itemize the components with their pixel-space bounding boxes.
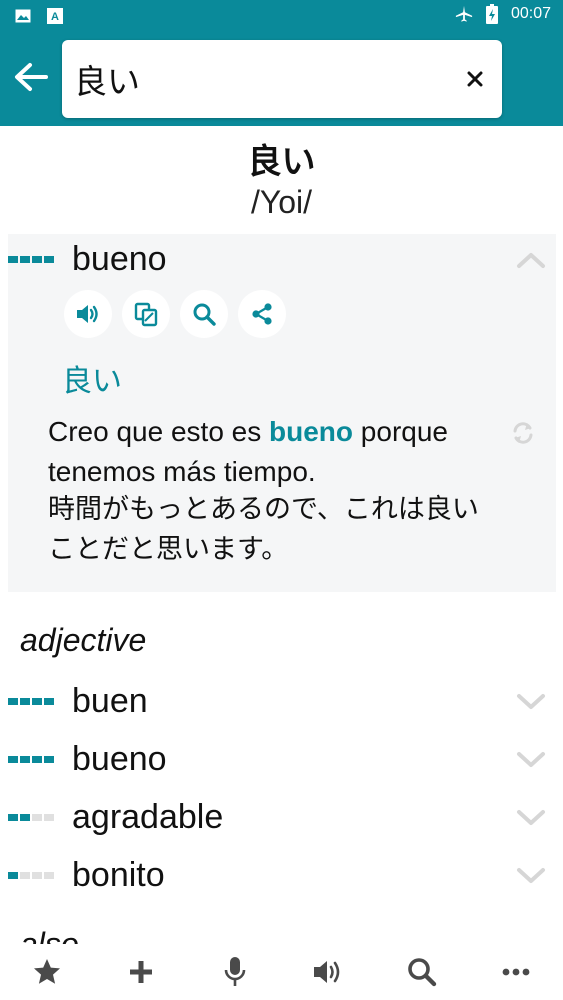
japanese-link[interactable]: 良い xyxy=(62,356,122,400)
translation-word: buen xyxy=(72,682,148,720)
microphone-icon xyxy=(224,957,245,986)
search-button[interactable] xyxy=(398,948,446,996)
translation-word[interactable]: bueno xyxy=(72,240,167,279)
more-icon xyxy=(502,968,530,976)
favorites-button[interactable] xyxy=(23,948,71,996)
share-icon xyxy=(252,303,272,325)
svg-text:A: A xyxy=(51,11,59,23)
more-button[interactable] xyxy=(492,948,540,996)
copy-button[interactable] xyxy=(122,290,170,338)
battery-icon xyxy=(483,4,501,24)
chevron-up-icon[interactable] xyxy=(516,250,546,270)
part-of-speech: adjective xyxy=(20,622,147,658)
bottom-navigation xyxy=(0,944,563,1000)
text-icon: A xyxy=(46,7,64,25)
speaker-icon xyxy=(314,961,340,983)
chevron-down-icon[interactable] xyxy=(516,808,546,828)
search-icon xyxy=(193,303,216,326)
example-translation: 時間がもっとあるので、これは良いことだと思います。 xyxy=(48,494,479,565)
add-button[interactable] xyxy=(117,948,165,996)
copy-icon xyxy=(134,302,158,327)
chevron-down-icon[interactable] xyxy=(516,750,546,770)
clock: 00:07 xyxy=(510,5,551,22)
status-bar: A 00:07 xyxy=(0,0,563,32)
frequency-indicator xyxy=(8,698,54,705)
translation-word: bueno xyxy=(72,740,167,778)
translation-word: agradable xyxy=(72,798,224,836)
star-icon xyxy=(33,959,60,984)
voice-input-button[interactable] xyxy=(211,948,259,996)
refresh-icon[interactable] xyxy=(510,420,536,446)
search-word-button[interactable] xyxy=(180,290,228,338)
search-icon xyxy=(408,958,437,987)
speak-button[interactable] xyxy=(64,290,112,338)
chevron-down-icon[interactable] xyxy=(516,866,546,886)
expanded-translation-card: bueno 良い Creo que esto es bueno porque t… xyxy=(8,234,556,592)
example-sentence: Creo que esto es bueno porque tenemos má… xyxy=(48,416,448,487)
entry-content: 良い /Yoi/ bueno 良い Creo que esto es bueno… xyxy=(0,126,563,944)
share-button[interactable] xyxy=(238,290,286,338)
arrow-left-icon xyxy=(15,63,48,91)
frequency-indicator xyxy=(8,256,54,263)
action-row xyxy=(64,290,286,338)
translation-word: bonito xyxy=(72,856,165,894)
back-button[interactable] xyxy=(8,54,54,100)
plus-icon xyxy=(129,961,152,983)
frequency-indicator xyxy=(8,872,54,879)
reading: /Yoi/ xyxy=(250,184,313,220)
headword: 良い xyxy=(247,142,316,182)
part-of-speech-partial: also xyxy=(20,926,79,944)
frequency-indicator xyxy=(8,756,54,763)
search-box xyxy=(62,40,502,118)
speaker-icon xyxy=(77,305,98,323)
example-highlight: bueno xyxy=(269,416,354,447)
speak-button[interactable] xyxy=(304,948,352,996)
airplane-icon xyxy=(455,5,473,23)
frequency-indicator xyxy=(8,814,54,821)
image-icon xyxy=(14,7,32,25)
clear-search-button[interactable] xyxy=(458,62,492,96)
app-bar xyxy=(0,32,563,126)
search-input[interactable] xyxy=(74,40,454,118)
chevron-down-icon[interactable] xyxy=(516,692,546,712)
close-icon xyxy=(467,71,483,87)
